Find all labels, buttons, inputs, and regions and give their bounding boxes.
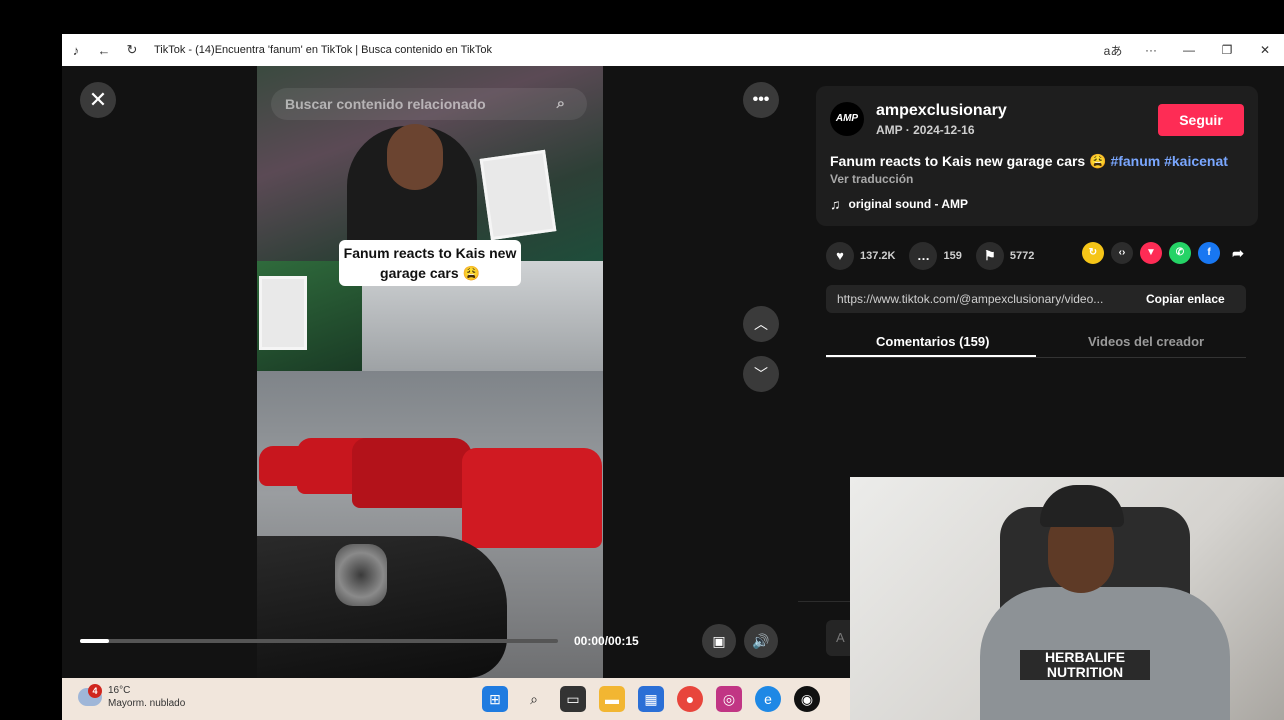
- edge-icon[interactable]: e: [755, 686, 781, 712]
- person-cap: [1040, 485, 1124, 527]
- like-action[interactable]: ♥ 137.2K: [826, 242, 895, 270]
- shirt-logo: HERBALIFE NUTRITION: [1020, 650, 1150, 680]
- related-search-bar[interactable]: Buscar contenido relacionado ⌕: [271, 88, 587, 120]
- notification-badge: 4: [88, 684, 102, 698]
- task-view-icon[interactable]: ▭: [560, 686, 586, 712]
- video-link[interactable]: https://www.tiktok.com/@ampexclusionary/…: [826, 292, 1132, 306]
- tab-comments[interactable]: Comentarios (159): [876, 334, 989, 349]
- cloud-icon: 4: [78, 684, 102, 706]
- chrome-icon[interactable]: ●: [677, 686, 703, 712]
- post-description: Fanum reacts to Kais new garage cars 😩 #…: [830, 153, 1228, 170]
- post-info-card: AMP ampexclusionary AMP · 2024-12-16 Seg…: [816, 86, 1258, 226]
- windows-taskbar: 4 16°C Mayorm. nublado ⊞ ⌕ ▭ ▬ ▦ ● ◎ e ◉: [62, 678, 850, 720]
- video-progress-bar[interactable]: [80, 639, 558, 643]
- weather-widget[interactable]: 4 16°C Mayorm. nublado: [78, 684, 185, 710]
- obs-icon[interactable]: ◉: [794, 686, 820, 712]
- comment-icon[interactable]: …: [909, 242, 938, 270]
- comment-count: 159: [943, 250, 962, 262]
- active-tab-indicator: [826, 355, 1036, 357]
- follow-button[interactable]: Seguir: [1158, 104, 1244, 136]
- send-friends-icon[interactable]: ▼: [1140, 242, 1162, 264]
- video-player[interactable]: [257, 66, 603, 678]
- windows-start-icon[interactable]: ⊞: [482, 686, 508, 712]
- wrist-watch: [335, 544, 387, 606]
- tab-creator-videos[interactable]: Videos del creador: [1088, 334, 1204, 349]
- share-icons: ↻ ‹› ▼ ✆ f ➦: [1082, 242, 1256, 264]
- picture-in-picture-icon[interactable]: ▣: [702, 624, 736, 658]
- more-icon[interactable]: •••: [743, 82, 779, 118]
- whatsapp-icon[interactable]: ✆: [1169, 242, 1191, 264]
- sound-link[interactable]: ♫ original sound - AMP: [830, 196, 968, 212]
- window-title: TikTok - (14)Encuentra 'fanum' en TikTok…: [154, 44, 493, 56]
- like-count: 137.2K: [860, 250, 896, 262]
- save-count: 5772: [1009, 250, 1035, 262]
- window-controls: aあ ··· — ❐ ✕: [1094, 34, 1284, 66]
- sound-name: original sound - AMP: [848, 197, 969, 211]
- taskbar-apps: ⊞ ⌕ ▭ ▬ ▦ ● ◎ e ◉: [482, 686, 833, 712]
- comment-action[interactable]: … 159: [909, 242, 962, 270]
- weather-condition: Mayorm. nublado: [108, 698, 186, 709]
- hashtag-links[interactable]: #fanum #kaicenat: [1110, 153, 1228, 169]
- screen: ♪ ← ↻ TikTok - (14)Encuentra 'fanum' en …: [0, 0, 1284, 720]
- window-titlebar: ♪ ← ↻ TikTok - (14)Encuentra 'fanum' en …: [62, 34, 1284, 66]
- avatar[interactable]: AMP: [830, 102, 864, 136]
- video-area: Buscar contenido relacionado ⌕ Fanum rea…: [62, 66, 798, 678]
- share-arrow-icon[interactable]: ➦: [1227, 242, 1249, 264]
- related-search-placeholder: Buscar contenido relacionado: [285, 96, 486, 112]
- file-explorer-icon[interactable]: ▬: [599, 686, 625, 712]
- video-caption-overlay: Fanum reacts to Kais new garage cars 😩: [339, 240, 521, 286]
- temperature: 16°C: [108, 685, 131, 696]
- refresh-icon[interactable]: ↻: [118, 34, 146, 66]
- minimize-button[interactable]: —: [1170, 43, 1208, 57]
- panel-tabs: Comentarios (159) Videos del creador: [826, 328, 1246, 358]
- copy-link-bar: https://www.tiktok.com/@ampexclusionary/…: [826, 285, 1246, 313]
- repost-icon[interactable]: ↻: [1082, 242, 1104, 264]
- search-icon[interactable]: ⌕: [557, 95, 565, 112]
- store-icon[interactable]: ▦: [638, 686, 664, 712]
- red-car: [462, 448, 602, 548]
- more-options-icon[interactable]: ···: [1132, 43, 1170, 57]
- caption-line: garage cars 😩: [380, 265, 480, 281]
- close-icon[interactable]: ✕: [80, 82, 116, 118]
- previous-video-chevron-up-icon[interactable]: ︿: [743, 306, 779, 342]
- next-video-chevron-down-icon[interactable]: ﹀: [743, 356, 779, 392]
- close-window-button[interactable]: ✕: [1246, 43, 1284, 57]
- weather-text: 16°C Mayorm. nublado: [108, 684, 185, 710]
- caption-line: Fanum reacts to Kais new: [343, 245, 517, 261]
- heart-icon[interactable]: ♥: [826, 242, 854, 270]
- copy-link-button[interactable]: Copiar enlace: [1132, 292, 1225, 306]
- back-arrow-icon[interactable]: ←: [90, 34, 118, 66]
- video-time: 00:00/00:15: [574, 634, 639, 648]
- framed-portrait-small: [259, 276, 307, 350]
- music-note-icon: ♫: [830, 196, 841, 212]
- restore-button[interactable]: ❐: [1208, 43, 1246, 57]
- framed-portrait: [479, 149, 557, 241]
- description-text: Fanum reacts to Kais new garage cars 😩: [830, 153, 1111, 169]
- webcam-overlay: HERBALIFE NUTRITION: [850, 477, 1284, 720]
- creator-username[interactable]: ampexclusionary: [876, 102, 1007, 120]
- instagram-icon[interactable]: ◎: [716, 686, 742, 712]
- red-car: [352, 438, 472, 508]
- tiktok-logo-icon: ♪: [72, 42, 80, 58]
- video-progress-fill: [80, 639, 109, 643]
- creator-subline: AMP · 2024-12-16: [876, 123, 975, 137]
- facebook-icon[interactable]: f: [1198, 242, 1220, 264]
- translate-icon[interactable]: aあ: [1094, 42, 1132, 59]
- search-icon[interactable]: ⌕: [521, 686, 547, 712]
- streamer-head: [387, 124, 443, 190]
- save-action[interactable]: ⚑ 5772: [975, 242, 1035, 270]
- embed-code-icon[interactable]: ‹›: [1111, 242, 1133, 264]
- see-translation-link[interactable]: Ver traducción: [830, 172, 913, 186]
- bookmark-icon[interactable]: ⚑: [975, 242, 1004, 270]
- volume-icon[interactable]: 🔊: [744, 624, 778, 658]
